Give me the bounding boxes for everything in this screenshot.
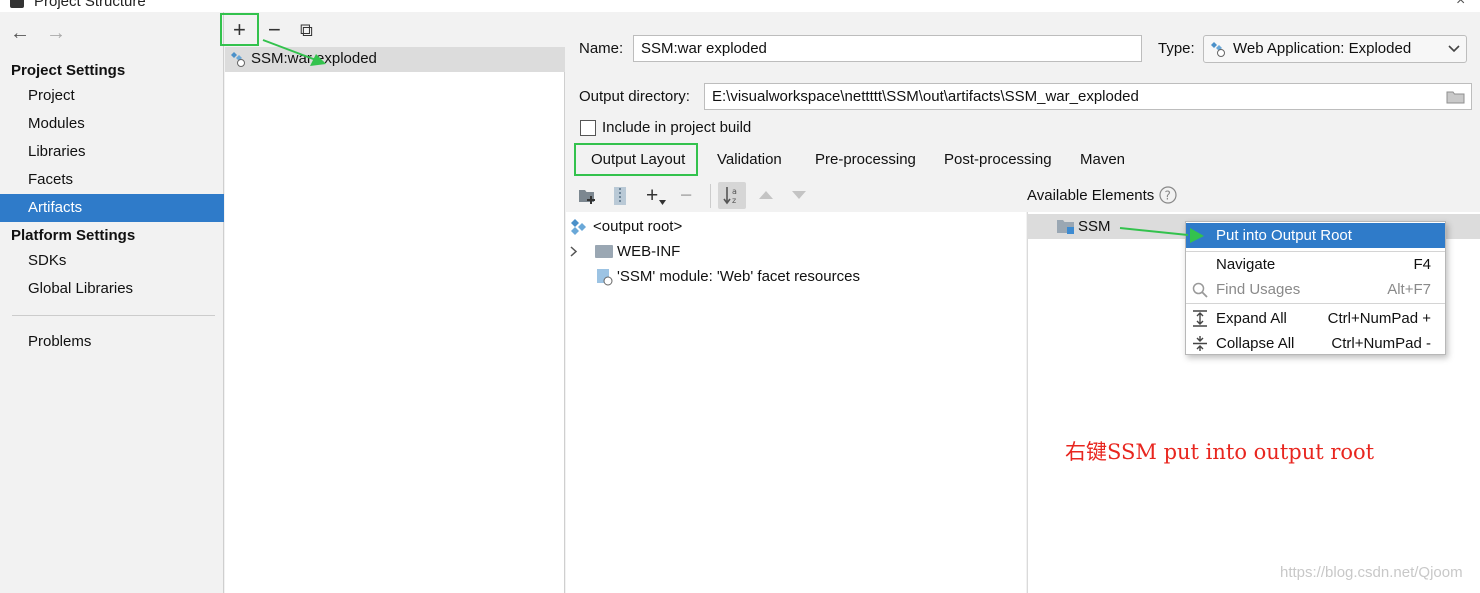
sidebar-item-global-libraries[interactable]: Global Libraries <box>0 275 224 303</box>
app-icon <box>10 0 24 8</box>
title-bar: Project Structure × <box>0 0 1480 12</box>
menu-item-shortcut: Ctrl+NumPad - <box>1331 335 1431 352</box>
expand-chevron-icon[interactable] <box>570 246 578 257</box>
annotation-text: 右键SSM put into output root <box>1065 440 1375 464</box>
web-facet-icon <box>231 52 245 67</box>
type-select[interactable]: Web Application: Exploded <box>1203 35 1467 63</box>
copy-artifact-button[interactable]: ⧉ <box>300 19 313 41</box>
chevron-down-icon <box>1448 45 1460 53</box>
context-menu: Put into Output Root Navigate F4 Find Us… <box>1185 221 1446 355</box>
sidebar-item-libraries[interactable]: Libraries <box>0 138 224 166</box>
include-in-build-label: Include in project build <box>602 119 752 136</box>
folder-icon <box>595 245 613 258</box>
sort-button[interactable]: a z <box>718 182 746 209</box>
archive-icon[interactable] <box>612 186 628 206</box>
web-resource-icon <box>597 269 613 286</box>
back-arrow-icon[interactable]: ← <box>10 22 30 45</box>
window-title: Project Structure <box>34 0 146 10</box>
forward-arrow-icon[interactable]: → <box>46 22 66 45</box>
menu-item-label: Navigate <box>1216 256 1276 273</box>
move-up-icon[interactable] <box>758 190 774 200</box>
menu-item-expand-all[interactable]: Expand All Ctrl+NumPad + <box>1186 306 1445 331</box>
available-elements-label: Available Elements <box>1027 187 1155 204</box>
menu-item-shortcut: Alt+F7 <box>1387 281 1431 298</box>
type-select-value: Web Application: Exploded <box>1233 40 1412 57</box>
sidebar-item-problems[interactable]: Problems <box>0 328 224 356</box>
browse-folder-icon[interactable] <box>1446 90 1465 104</box>
output-directory-label: Output directory: <box>579 88 690 105</box>
menu-item-collapse-all[interactable]: Collapse All Ctrl+NumPad - <box>1186 331 1445 356</box>
artifact-item-ssm-war-exploded[interactable]: SSM:war exploded <box>225 47 565 72</box>
output-directory-field[interactable]: E:\visualworkspace\nettttt\SSM\out\artif… <box>704 83 1472 110</box>
tree-item-output-root[interactable]: <output root> <box>593 218 682 235</box>
search-icon <box>1192 282 1208 298</box>
name-label: Name: <box>579 40 624 57</box>
watermark: https://blog.csdn.net/Qjoom <box>1280 564 1463 581</box>
menu-item-label: Find Usages <box>1216 281 1301 298</box>
collapse-all-icon <box>1193 336 1207 351</box>
help-icon[interactable]: ? <box>1159 186 1177 204</box>
menu-separator <box>1186 303 1445 304</box>
tree-item-web-facet-resources[interactable]: 'SSM' module: 'Web' facet resources <box>617 268 860 285</box>
menu-item-shortcut: F4 <box>1413 256 1431 273</box>
sidebar-item-artifacts[interactable]: Artifacts <box>0 194 224 222</box>
svg-text:a: a <box>732 187 737 196</box>
menu-item-label: Expand All <box>1216 310 1287 327</box>
dropdown-arrow-icon <box>659 200 666 205</box>
tab-post-processing[interactable]: Post-processing <box>944 151 1052 168</box>
svg-text:?: ? <box>1165 189 1171 203</box>
tree-item-web-inf[interactable]: WEB-INF <box>617 243 680 260</box>
sort-alpha-icon: a z <box>723 187 737 205</box>
available-item-ssm-label: SSM <box>1078 218 1111 235</box>
sidebar-item-facets[interactable]: Facets <box>0 166 224 194</box>
close-icon[interactable]: × <box>1456 0 1465 10</box>
tab-validation[interactable]: Validation <box>717 151 782 168</box>
menu-item-find-usages[interactable]: Find Usages Alt+F7 <box>1186 277 1445 302</box>
menu-item-navigate[interactable]: Navigate F4 <box>1186 252 1445 277</box>
svg-text:z: z <box>732 196 736 205</box>
toolbar-separator <box>710 184 711 208</box>
remove-artifact-button[interactable]: − <box>268 19 281 41</box>
menu-item-put-into-output-root[interactable]: Put into Output Root <box>1186 223 1445 248</box>
tab-pre-processing[interactable]: Pre-processing <box>815 151 916 168</box>
sidebar-item-project[interactable]: Project <box>0 82 224 110</box>
sidebar-item-sdks[interactable]: SDKs <box>0 247 224 275</box>
name-field[interactable]: SSM:war exploded <box>633 35 1142 62</box>
sidebar-item-modules[interactable]: Modules <box>0 110 224 138</box>
artifact-item-label: SSM:war exploded <box>251 50 377 67</box>
menu-item-shortcut: Ctrl+NumPad + <box>1327 310 1431 327</box>
project-settings-heading: Project Settings <box>11 62 126 79</box>
tab-maven[interactable]: Maven <box>1080 151 1125 168</box>
add-artifact-button[interactable]: + <box>233 19 246 41</box>
output-root-icon <box>571 219 586 235</box>
remove-element-button[interactable]: − <box>680 185 692 207</box>
menu-item-label: Collapse All <box>1216 335 1295 352</box>
add-element-button[interactable]: + <box>646 185 658 207</box>
platform-settings-heading: Platform Settings <box>11 227 136 244</box>
move-down-icon[interactable] <box>791 190 807 200</box>
sidebar-separator <box>12 315 215 316</box>
menu-item-label: Put into Output Root <box>1216 227 1352 244</box>
include-in-build-checkbox[interactable] <box>580 120 596 136</box>
expand-all-icon <box>1193 310 1207 327</box>
new-folder-icon[interactable] <box>578 187 598 205</box>
tab-output-layout[interactable]: Output Layout <box>591 151 685 168</box>
web-facet-icon <box>1211 42 1225 57</box>
type-label: Type: <box>1158 40 1195 57</box>
module-folder-icon <box>1057 220 1074 234</box>
artifacts-list <box>225 12 565 593</box>
